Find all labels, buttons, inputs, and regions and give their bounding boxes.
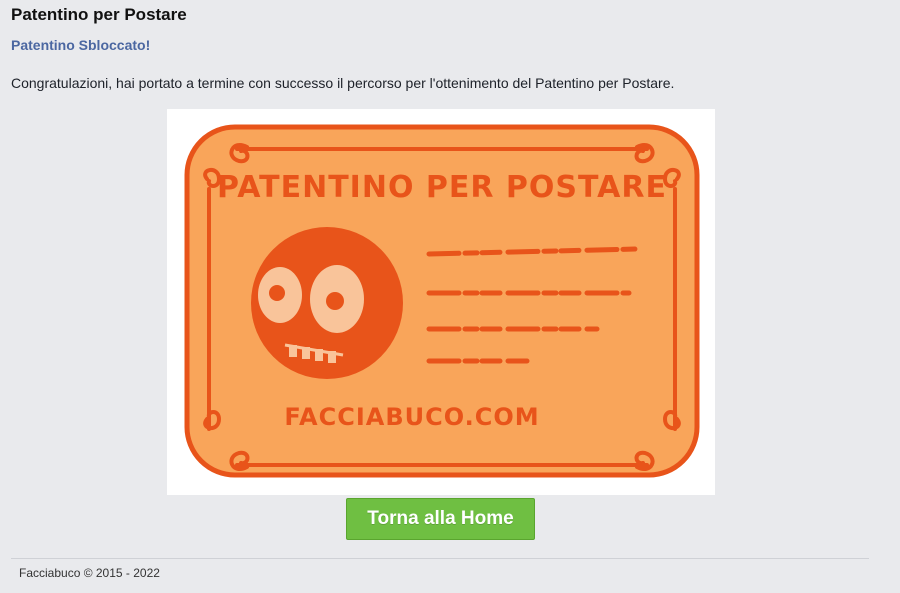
unlocked-subtitle: Patentino Sbloccato! <box>11 37 151 53</box>
page-title: Patentino per Postare <box>11 5 187 24</box>
footer-divider <box>11 558 869 559</box>
card-website: FACCIABUCO.COM <box>284 403 539 431</box>
page: Patentino per Postare Patentino Sbloccat… <box>0 0 900 593</box>
license-card-illustration: PATENTINO PER POSTARE FACCIABUCO.COM <box>184 124 700 478</box>
license-card-image: PATENTINO PER POSTARE FACCIABUCO.COM <box>167 109 715 495</box>
smiley-face-icon <box>251 227 403 379</box>
footer-copyright: Facciabuco © 2015 - 2022 <box>19 566 160 580</box>
congratulations-message: Congratulazioni, hai portato a termine c… <box>11 75 675 91</box>
back-to-home-button[interactable]: Torna alla Home <box>346 498 535 540</box>
card-heading: PATENTINO PER POSTARE <box>217 170 667 205</box>
